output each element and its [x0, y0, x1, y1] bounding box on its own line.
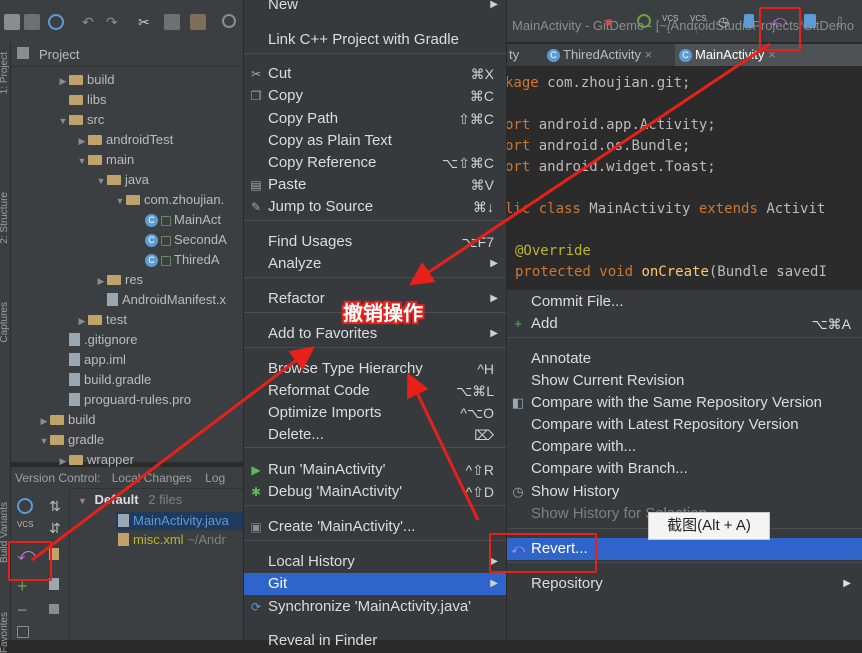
highlight-box-vc-revert — [8, 541, 52, 581]
arrow-toolbar-to-menu — [409, 42, 771, 286]
annotation-label: 撤销操作 — [343, 303, 423, 325]
arrow-revert-to-menu — [406, 372, 480, 521]
arrow-vc-to-menu — [31, 346, 315, 562]
annotation-arrows — [31, 42, 771, 562]
highlight-box-toolbar-revert — [759, 7, 801, 51]
screenshot-tooltip: 截图(Alt + A) — [648, 512, 770, 540]
highlight-box-revert-item — [489, 533, 597, 573]
